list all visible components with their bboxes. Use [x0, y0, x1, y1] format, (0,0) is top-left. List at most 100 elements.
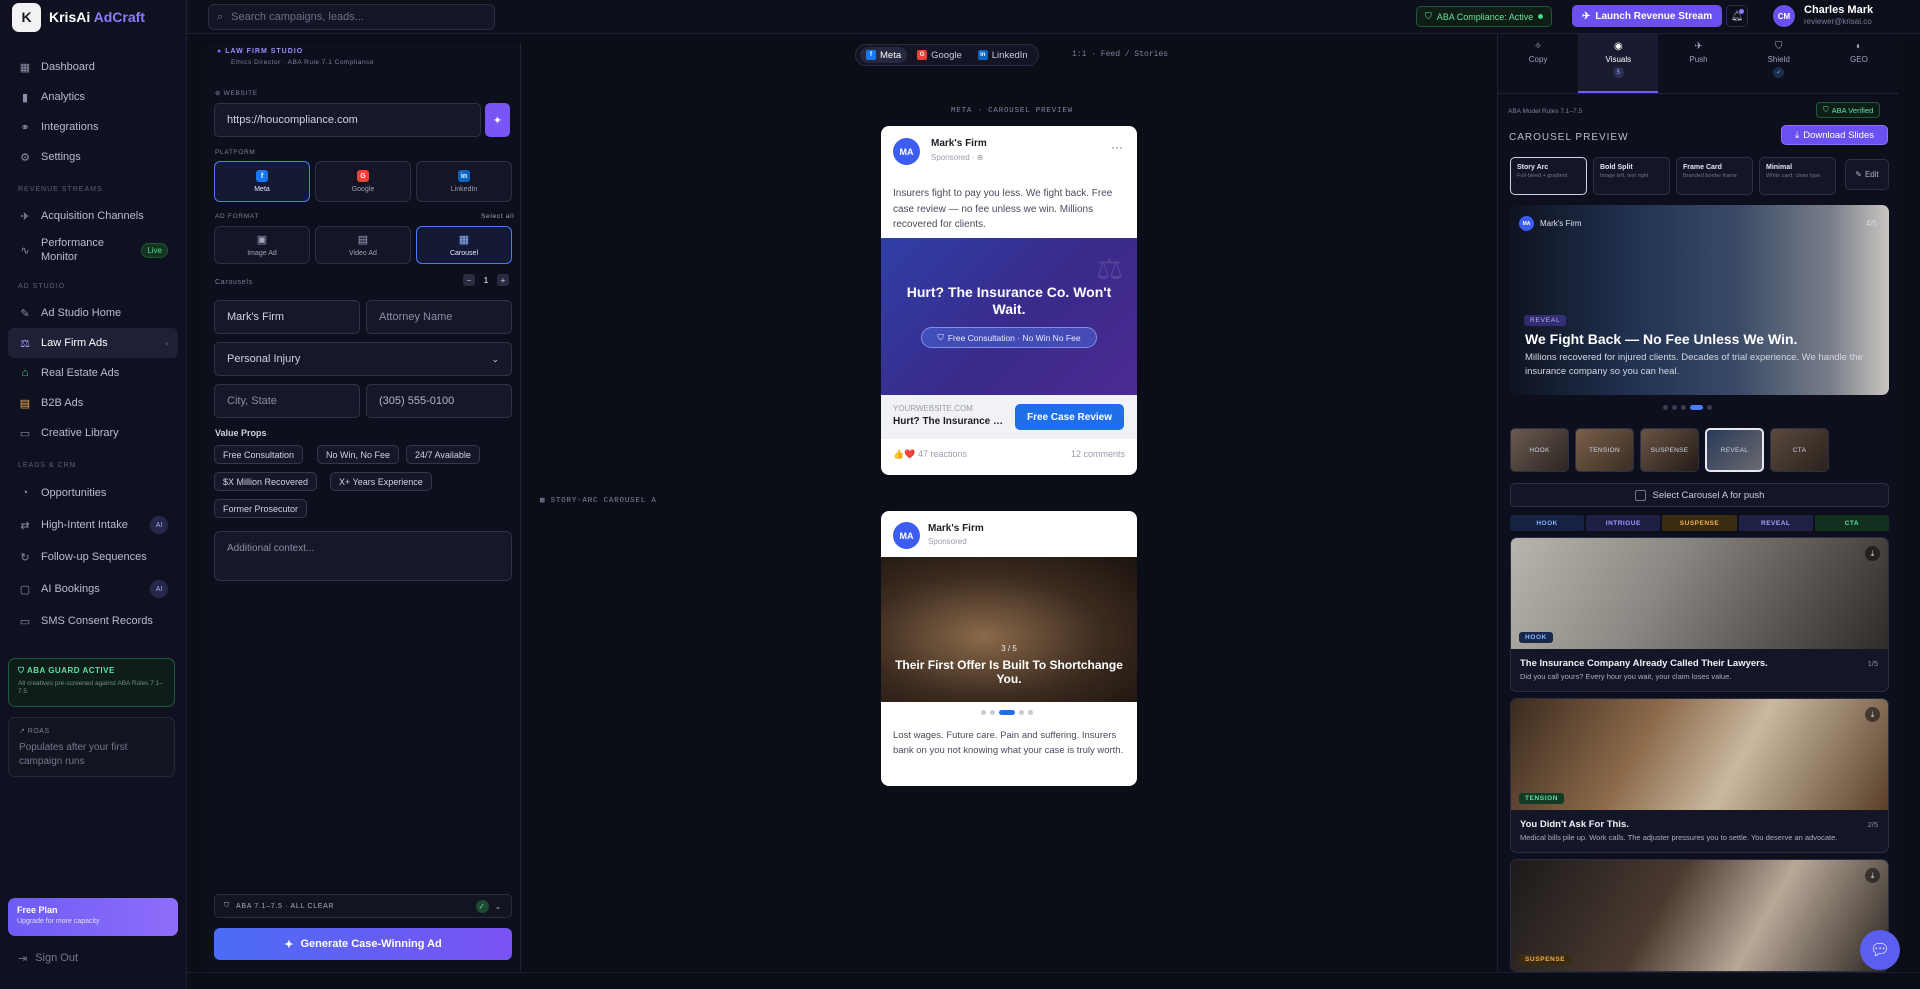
thumb-cta[interactable]: CTA [1770, 428, 1829, 472]
sidebar-item-real-estate[interactable]: ⌂ Real Estate Ads [8, 358, 178, 388]
edit-button[interactable]: ✎ Edit [1845, 159, 1889, 190]
sidebar-item-settings[interactable]: ⚙ Settings [8, 142, 178, 172]
decrement-button[interactable]: − [463, 274, 475, 286]
tab-google[interactable]: G Google [911, 47, 968, 63]
carousel-dot[interactable] [999, 710, 1015, 715]
carousel-dot[interactable] [1672, 405, 1677, 410]
sidebar-item-ai-bookings[interactable]: ▢ AI Bookings AI [8, 573, 178, 605]
format-image-ad[interactable]: ▣ Image Ad [214, 226, 310, 264]
sidebar-item-opportunities[interactable]: ◔ Opportunities [8, 477, 178, 509]
sidebar-item-law-firm-ads[interactable]: ⚖ Law Firm Ads › [8, 328, 178, 358]
carousel-dots[interactable] [981, 710, 1033, 715]
website-input[interactable]: https://houcompliance.com [214, 103, 481, 137]
style-minimal[interactable]: Minimal White card, clean type [1759, 157, 1836, 195]
avatar[interactable]: CM [1773, 5, 1795, 27]
value-prop-chip[interactable]: Free Consultation [214, 445, 304, 464]
magic-wand-button[interactable]: ✦ [485, 103, 510, 137]
carousel-dot[interactable] [981, 710, 986, 715]
tab-linkedin[interactable]: in LinkedIn [972, 47, 1034, 63]
increment-button[interactable]: + [497, 274, 509, 286]
sidebar-item-integrations[interactable]: ⚭ Integrations [8, 112, 178, 142]
tab-geo[interactable]: ◐ GEO [1819, 34, 1899, 93]
reactions-count: 👍❤️ 47 reactions [893, 449, 967, 459]
sidebar-item-acquisition[interactable]: ✈ Acquisition Channels [8, 201, 178, 231]
carousel-dot[interactable] [1019, 710, 1024, 715]
generate-ad-button[interactable]: ✦ Generate Case-Winning Ad [214, 928, 512, 960]
sidebar-item-creative-library[interactable]: ▭ Creative Library [8, 418, 178, 448]
main-slide-dots[interactable] [1663, 405, 1712, 410]
tab-shield[interactable]: ⛉ Shield ✓ [1739, 34, 1819, 93]
download-icon[interactable]: ⤓ [1865, 707, 1880, 722]
launch-revenue-button[interactable]: ✈ Launch Revenue Stream [1572, 5, 1723, 27]
more-icon[interactable]: ··· [1111, 140, 1123, 154]
scene-card-hook[interactable]: HOOK ⤓ The Insurance Company Already Cal… [1510, 537, 1889, 692]
style-frame-card[interactable]: Frame Card Branded border frame [1676, 157, 1753, 195]
platform-google[interactable]: G Google [315, 161, 411, 202]
carousel-dot[interactable] [1663, 405, 1668, 410]
scene-image: HOOK ⤓ [1511, 538, 1888, 649]
sidebar-item-follow-up[interactable]: ↻ Follow-up Sequences [8, 541, 178, 573]
free-plan-button[interactable]: Free Plan Upgrade for more capacity [8, 898, 178, 936]
sidebar-item-performance[interactable]: ∿ Performance Monitor Live [8, 231, 178, 269]
phone-input[interactable]: (305) 555-0100 [366, 384, 512, 418]
sidebar-item-analytics[interactable]: ▮ Analytics [8, 82, 178, 112]
thumb-reveal[interactable]: REVEAL [1705, 428, 1764, 472]
format-video-ad[interactable]: ▤ Video Ad [315, 226, 411, 264]
firm-name-input[interactable]: Mark's Firm [214, 300, 360, 334]
thumb-suspense[interactable]: SUSPENSE [1640, 428, 1699, 472]
tab-push[interactable]: ✈ Push [1658, 34, 1738, 93]
tab-copy[interactable]: ✧ Copy [1498, 34, 1578, 93]
style-bold-split[interactable]: Bold Split Image left, text right [1593, 157, 1670, 195]
notifications-button[interactable]: 🔔︎ [1726, 5, 1748, 27]
sidebar-item-b2b[interactable]: ▤ B2B Ads [8, 388, 178, 418]
sidebar-item-dashboard[interactable]: ▦ Dashboard [8, 52, 178, 82]
additional-context-input[interactable]: Additional context... [214, 531, 512, 581]
sidebar-item-intake[interactable]: ⇄ High-Intent Intake AI [8, 509, 178, 541]
download-icon[interactable]: ⤓ [1865, 868, 1880, 883]
practice-area-select[interactable]: Personal Injury ⌄ [214, 342, 512, 376]
platform-meta[interactable]: f Meta [214, 161, 310, 202]
search-box[interactable]: ⌕ [208, 4, 495, 30]
value-prop-chip[interactable]: No Win, No Fee [317, 445, 400, 464]
scene-card-suspense[interactable]: SUSPENSE ⤓ [1510, 859, 1889, 972]
carousel-dot[interactable] [1681, 405, 1686, 410]
thumb-tension[interactable]: TENSION [1575, 428, 1634, 472]
dot-icon: ● [217, 48, 226, 55]
value-prop-chip[interactable]: 24/7 Available [406, 445, 480, 464]
select-carousel-checkbox[interactable]: Select Carousel A for push [1510, 483, 1889, 507]
thumb-hook[interactable]: HOOK [1510, 428, 1569, 472]
sidebar-item-ad-studio-home[interactable]: ✎ Ad Studio Home [8, 298, 178, 328]
value-prop-chip[interactable]: X+ Years Experience [330, 472, 432, 491]
roas-card: ↗ ROAS Populates after your first campai… [8, 717, 175, 777]
carousel-dot[interactable] [990, 710, 995, 715]
value-prop-chip[interactable]: Former Prosecutor [214, 499, 308, 518]
free-case-review-button[interactable]: Free Case Review [1015, 404, 1124, 430]
aba-clear-status[interactable]: ⛉ ABA 7.1–7.5 · ALL CLEAR ✓ ⌄ [214, 894, 512, 918]
select-all-link[interactable]: Select all [481, 213, 514, 220]
download-slides-button[interactable]: ⤓ Download Slides [1781, 125, 1888, 145]
carousel-main-slide[interactable]: MA Mark's Firm 4/5 REVEAL We Fight Back … [1510, 205, 1889, 395]
search-input[interactable] [231, 11, 482, 23]
carousel-dot[interactable] [1707, 405, 1712, 410]
style-story-arc[interactable]: Story Arc Full-bleed + gradient [1510, 157, 1587, 195]
brand-logo[interactable]: K KrisAi AdCraft [0, 0, 186, 34]
tab-visuals[interactable]: ◉ Visuals 5 [1578, 34, 1659, 93]
scale-icon: ⚖ [1096, 253, 1123, 286]
format-carousel[interactable]: ▦ Carousel [416, 226, 512, 264]
attorney-name-input[interactable]: Attorney Name [366, 300, 512, 334]
carousel-dot[interactable] [1690, 405, 1703, 410]
sidebar-item-sms-consent[interactable]: ▭ SMS Consent Records [8, 605, 178, 637]
tab-meta[interactable]: f Meta [860, 47, 908, 63]
scene-card-tension[interactable]: TENSION ⤓ You Didn't Ask For This. Medic… [1510, 698, 1889, 853]
download-icon[interactable]: ⤓ [1865, 546, 1880, 561]
section-title-studio: AD STUDIO [18, 283, 66, 290]
carousel-dot[interactable] [1028, 710, 1033, 715]
aba-compliance-status[interactable]: ⛉ ABA Compliance: Active [1416, 6, 1553, 27]
sign-out-button[interactable]: ⇥ Sign Out [18, 952, 78, 965]
platform-linkedin[interactable]: in LinkedIn [416, 161, 512, 202]
ratio-label: 1:1 · Feed / Stories [1072, 50, 1169, 59]
chat-launcher-button[interactable]: 💬︎ [1860, 930, 1900, 970]
carousel-slide-image[interactable]: 3 / 5 Their First Offer Is Built To Shor… [881, 557, 1137, 702]
city-state-input[interactable]: City, State [214, 384, 360, 418]
value-prop-chip[interactable]: $X Million Recovered [214, 472, 318, 491]
